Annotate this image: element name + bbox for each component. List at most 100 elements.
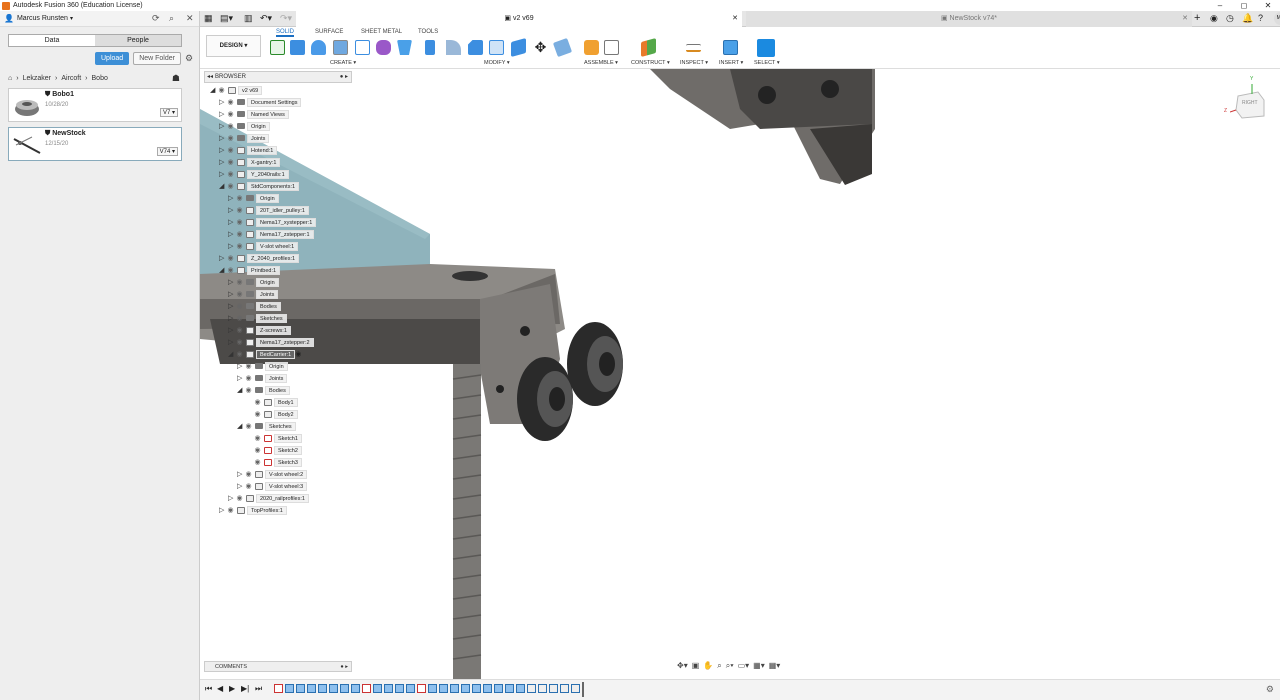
timeline-fillet-icon[interactable] bbox=[516, 684, 525, 693]
timeline-joint-icon[interactable] bbox=[538, 684, 547, 693]
expand-arrow-icon[interactable]: ◢ bbox=[237, 422, 244, 430]
new-tab-icon[interactable]: + bbox=[1194, 12, 1200, 24]
visibility-eye-icon[interactable]: ◉ bbox=[253, 459, 262, 466]
refresh-icon[interactable]: ⟳ bbox=[152, 14, 161, 23]
expand-arrow-icon[interactable]: ▷ bbox=[228, 242, 235, 250]
visibility-eye-icon[interactable]: ◉ bbox=[235, 243, 244, 250]
expand-arrow-icon[interactable]: ▷ bbox=[228, 290, 235, 298]
pin-icon[interactable]: ● ▸ bbox=[340, 72, 348, 82]
timeline-fillet-icon[interactable] bbox=[406, 684, 415, 693]
grid-icon[interactable]: ▦▾ bbox=[753, 661, 765, 673]
expand-arrow-icon[interactable]: ▷ bbox=[219, 110, 226, 118]
expand-arrow-icon[interactable]: ▷ bbox=[219, 146, 226, 154]
expand-arrow-icon[interactable]: ▷ bbox=[228, 230, 235, 238]
tab-people[interactable]: People bbox=[95, 35, 181, 46]
breadcrumb-item[interactable]: Lekzaker bbox=[23, 75, 51, 82]
expand-arrow-icon[interactable]: ▷ bbox=[228, 206, 235, 214]
offset-plane-icon[interactable] bbox=[641, 37, 656, 58]
measure-icon[interactable] bbox=[686, 44, 701, 52]
play-icon[interactable]: ▶ bbox=[229, 684, 235, 693]
visibility-eye-icon[interactable]: ◉ bbox=[226, 171, 235, 178]
new-component-icon[interactable] bbox=[584, 40, 599, 55]
browser-node[interactable]: ◢ ◉ StdComponents:1 bbox=[219, 181, 300, 191]
shell-icon[interactable] bbox=[489, 40, 504, 55]
browser-node[interactable]: ◢ ◉ Bodies bbox=[237, 385, 290, 395]
timeline-extrude-icon[interactable] bbox=[494, 684, 503, 693]
viewcube[interactable]: RIGHT Z Y bbox=[1224, 76, 1270, 122]
close-tab-icon[interactable]: ✕ bbox=[732, 11, 738, 27]
visibility-eye-icon[interactable]: ◉ bbox=[226, 507, 235, 514]
timeline-joint-icon[interactable] bbox=[560, 684, 569, 693]
activate-component-icon[interactable]: ◉ bbox=[295, 350, 301, 358]
timeline-sketch-icon[interactable] bbox=[417, 684, 426, 693]
visibility-eye-icon[interactable]: ◉ bbox=[235, 231, 244, 238]
pin-icon[interactable]: ● ▸ bbox=[340, 662, 348, 672]
team-icon[interactable]: ☗ bbox=[172, 73, 180, 84]
browser-node[interactable]: ▷ ◉ 20T_idler_pulley:1 bbox=[228, 205, 309, 215]
visibility-eye-icon[interactable]: ◉ bbox=[235, 351, 244, 358]
look-at-icon[interactable]: ▣ bbox=[692, 661, 700, 673]
go-to-end-icon[interactable]: ⏭ bbox=[255, 684, 262, 694]
file-card[interactable]: ⛊ Bobo1 10/28/20 V7 ▾ bbox=[8, 88, 182, 122]
browser-node[interactable]: ▷ ◉ Hotend:1 bbox=[219, 145, 278, 155]
visibility-eye-icon[interactable]: ◉ bbox=[217, 87, 226, 94]
visibility-eye-icon[interactable]: ◉ bbox=[226, 135, 235, 142]
visibility-eye-icon[interactable]: ◉ bbox=[253, 447, 262, 454]
chamfer-icon[interactable] bbox=[468, 40, 483, 55]
browser-node[interactable]: ▷ ◉ Z_2040_profiles:1 bbox=[219, 253, 300, 263]
undo-icon[interactable]: ↶▾ bbox=[260, 13, 272, 24]
timeline-pattern-icon[interactable] bbox=[329, 684, 338, 693]
timeline-extrude-icon[interactable] bbox=[439, 684, 448, 693]
visibility-eye-icon[interactable]: ◉ bbox=[253, 435, 262, 442]
expand-arrow-icon[interactable]: ▷ bbox=[228, 326, 235, 334]
visibility-eye-icon[interactable]: ◉ bbox=[253, 411, 262, 418]
modify-menu[interactable]: MODIFY ▾ bbox=[484, 60, 510, 66]
inspect-menu[interactable]: INSPECT ▾ bbox=[680, 60, 708, 66]
visibility-eye-icon[interactable]: ◉ bbox=[235, 495, 244, 502]
expand-arrow-icon[interactable]: ◢ bbox=[210, 86, 217, 94]
visibility-eye-icon[interactable]: ◉ bbox=[244, 483, 253, 490]
browser-node[interactable]: ▷ ◉ Nema17_xystepper:1 bbox=[228, 217, 317, 227]
maximize-button[interactable]: ◻ bbox=[1232, 0, 1256, 11]
browser-node[interactable]: ▷ ◉ Joints bbox=[219, 133, 270, 143]
jobs-icon[interactable]: ◷ bbox=[1226, 13, 1234, 24]
orbit-icon[interactable]: ✥▾ bbox=[677, 661, 688, 673]
browser-node[interactable]: ▷ ◉ Nema17_zstepper:1 bbox=[228, 229, 314, 239]
close-tab-icon[interactable]: ✕ bbox=[1182, 11, 1188, 27]
comments-panel-header[interactable]: COMMENTS ● ▸ bbox=[204, 661, 352, 672]
3d-viewport[interactable] bbox=[200, 69, 1280, 679]
chevron-down-icon[interactable]: ▾ bbox=[70, 15, 73, 22]
visibility-eye-icon[interactable]: ◉ bbox=[226, 99, 235, 106]
browser-node[interactable]: ▷ ◉ 2020_railprofiles:1 bbox=[228, 493, 309, 503]
visibility-eye-icon[interactable]: ◉ bbox=[226, 123, 235, 130]
visibility-eye-icon[interactable]: ◉ bbox=[226, 255, 235, 262]
browser-node[interactable]: ▷ ◉ Joints bbox=[237, 373, 288, 383]
browser-node[interactable]: ▷ ◉ Document Settings bbox=[219, 97, 302, 107]
browser-node[interactable]: ◉ Body2 bbox=[246, 409, 298, 419]
expand-arrow-icon[interactable]: ▷ bbox=[228, 278, 235, 286]
zoom-icon[interactable]: ⌕ bbox=[717, 661, 721, 673]
expand-arrow-icon[interactable]: ◢ bbox=[228, 350, 235, 358]
browser-node[interactable]: ◉ Sketch3 bbox=[246, 457, 302, 467]
visibility-eye-icon[interactable]: ◉ bbox=[226, 267, 235, 274]
insert-menu[interactable]: INSERT ▾ bbox=[719, 60, 743, 66]
timeline-joint-icon[interactable] bbox=[571, 684, 580, 693]
tab-surface[interactable]: SURFACE bbox=[315, 29, 343, 35]
form-icon[interactable] bbox=[376, 40, 391, 55]
browser-node[interactable]: ◢ ◉ v2 v69 bbox=[210, 85, 263, 95]
expand-arrow-icon[interactable]: ◢ bbox=[219, 182, 226, 190]
expand-arrow-icon[interactable]: ▷ bbox=[237, 362, 244, 370]
expand-arrow-icon[interactable]: ▷ bbox=[219, 254, 226, 262]
browser-node[interactable]: ▷ ◉ Joints bbox=[228, 289, 279, 299]
expand-arrow-icon[interactable]: ▷ bbox=[228, 218, 235, 226]
upload-button[interactable]: Upload bbox=[95, 52, 130, 65]
browser-node[interactable]: ▷ ◉ V-slot wheel:1 bbox=[228, 241, 299, 251]
timeline-extrude-icon[interactable] bbox=[373, 684, 382, 693]
browser-node[interactable]: ▷ ◉ Named Views bbox=[219, 109, 289, 119]
mirror-icon[interactable] bbox=[397, 40, 412, 55]
visibility-eye-icon[interactable]: ◉ bbox=[226, 159, 235, 166]
close-button[interactable]: ✕ bbox=[1256, 0, 1280, 11]
tab-tools[interactable]: TOOLS bbox=[418, 29, 438, 35]
browser-node[interactable]: ◢ ◉ BedCarrier:1 ◉ bbox=[228, 349, 301, 359]
timeline-fillet-icon[interactable] bbox=[472, 684, 481, 693]
